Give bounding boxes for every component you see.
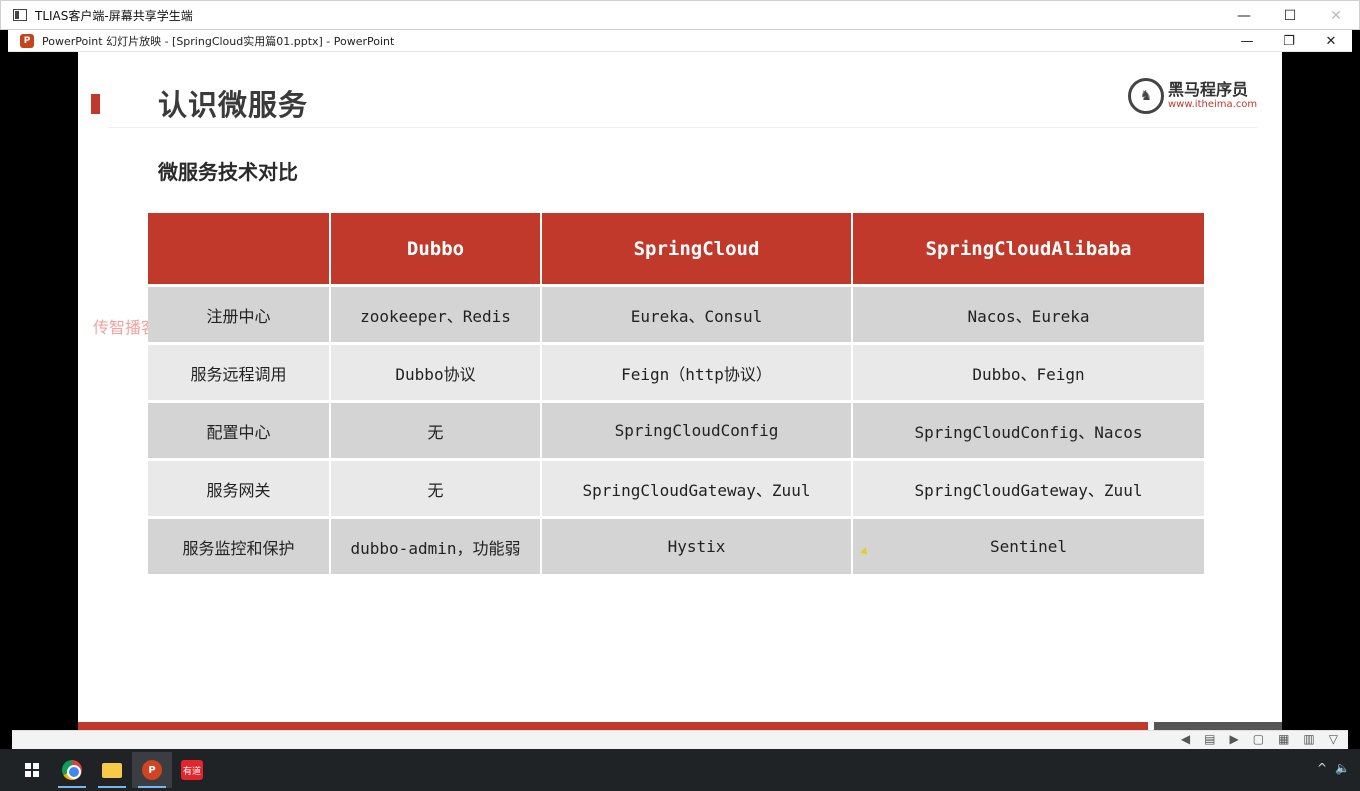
table-cell: Dubbo协议	[331, 342, 542, 400]
table-row: 服务监控和保护 dubbo-admin，功能弱 Hystix Sentinel	[148, 516, 1204, 574]
slide-subheading: 微服务技术对比	[158, 160, 298, 184]
slideshow-view-icon[interactable]: ▽	[1329, 732, 1338, 746]
table-cell: Sentinel	[853, 516, 1204, 574]
slide-menu-icon[interactable]: ▤	[1204, 732, 1215, 746]
outer-maximize-button[interactable]: ☐	[1267, 1, 1313, 31]
powerpoint-taskbar-icon: P	[142, 760, 162, 780]
table-cell: 服务监控和保护	[148, 516, 331, 574]
table-row: 服务网关 无 SpringCloudGateway、Zuul SpringClo…	[148, 458, 1204, 516]
table-cell: 配置中心	[148, 400, 331, 458]
itheima-logo: ♞ 黑马程序员 www.itheima.com	[1128, 78, 1257, 114]
table-cell: 无	[331, 458, 542, 516]
sorter-view-icon[interactable]: ▦	[1278, 732, 1289, 746]
prev-slide-icon[interactable]: ◀	[1181, 732, 1190, 746]
outer-title-bar: TLIAS客户端-屏幕共享学生端 — ☐ ✕	[0, 0, 1360, 30]
slideshow-status-bar: ◀ ▤ ▶ ▢ ▦ ▥ ▽	[12, 730, 1348, 749]
table-cell: SpringCloudGateway、Zuul	[853, 458, 1204, 516]
taskbar-powerpoint[interactable]: P	[132, 752, 172, 788]
table-cell: 无	[331, 400, 542, 458]
table-cell: 注册中心	[148, 284, 331, 342]
ppt-minimize-button[interactable]: —	[1226, 30, 1268, 52]
heading-marker	[91, 94, 100, 114]
table-header-row: Dubbo SpringCloud SpringCloudAlibaba	[148, 213, 1204, 284]
taskbar-youdao[interactable]: 有道	[172, 752, 212, 788]
outer-window-title: TLIAS客户端-屏幕共享学生端	[35, 8, 193, 23]
logo-name: 黑马程序员	[1168, 80, 1249, 99]
table-cell: SpringCloudConfig	[542, 400, 853, 458]
folder-icon	[102, 762, 122, 778]
table-header-cell: SpringCloudAlibaba	[853, 213, 1204, 284]
table-row: 注册中心 zookeeper、Redis Eureka、Consul Nacos…	[148, 284, 1204, 342]
windows-icon	[25, 763, 39, 777]
table-cell: zookeeper、Redis	[331, 284, 542, 342]
reading-view-icon[interactable]: ▥	[1303, 732, 1314, 746]
start-button[interactable]	[12, 752, 52, 788]
table-header-cell	[148, 213, 331, 284]
table-cell: 服务网关	[148, 458, 331, 516]
app-window-icon	[13, 9, 27, 21]
system-tray: ^ 🔈	[1317, 761, 1350, 775]
table-cell: Dubbo、Feign	[853, 342, 1204, 400]
table-cell: Eureka、Consul	[542, 284, 853, 342]
slide: 认识微服务 ♞ 黑马程序员 www.itheima.com 微服务技术对比 传智…	[78, 52, 1282, 730]
chrome-icon	[62, 760, 82, 780]
table-cell: SpringCloudConfig、Nacos	[853, 400, 1204, 458]
ppt-close-button[interactable]: ✕	[1310, 30, 1352, 52]
table-header-cell: SpringCloud	[542, 213, 853, 284]
slide-heading: 认识微服务	[158, 88, 309, 122]
table-cell: SpringCloudGateway、Zuul	[542, 458, 853, 516]
ppt-restore-button[interactable]: ❐	[1268, 30, 1310, 52]
table-cell: 服务远程调用	[148, 342, 331, 400]
outer-close-button[interactable]: ✕	[1313, 1, 1359, 31]
table-row: 配置中心 无 SpringCloudConfig SpringCloudConf…	[148, 400, 1204, 458]
powerpoint-window-title: PowerPoint 幻灯片放映 - [SpringCloud实用篇01.ppt…	[42, 34, 395, 48]
volume-icon[interactable]: 🔈	[1335, 761, 1350, 775]
table-cell: Feign（http协议）	[542, 342, 853, 400]
table-cell: Nacos、Eureka	[853, 284, 1204, 342]
heading-divider	[108, 127, 1258, 128]
next-slide-icon[interactable]: ▶	[1230, 732, 1239, 746]
table-cell: dubbo-admin，功能弱	[331, 516, 542, 574]
table-header-cell: Dubbo	[331, 213, 542, 284]
powerpoint-title-bar: P PowerPoint 幻灯片放映 - [SpringCloud实用篇01.p…	[8, 30, 1352, 52]
logo-url: www.itheima.com	[1168, 99, 1258, 110]
comparison-table: Dubbo SpringCloud SpringCloudAlibaba 注册中…	[148, 213, 1204, 574]
table-cell: Hystix	[542, 516, 853, 574]
powerpoint-icon: P	[20, 33, 34, 48]
normal-view-icon[interactable]: ▢	[1253, 732, 1264, 746]
horse-logo-icon: ♞	[1128, 78, 1164, 114]
taskbar-file-explorer[interactable]	[92, 752, 132, 788]
table-row: 服务远程调用 Dubbo协议 Feign（http协议） Dubbo、Feign	[148, 342, 1204, 400]
outer-minimize-button[interactable]: —	[1221, 1, 1267, 31]
taskbar-chrome[interactable]	[52, 752, 92, 788]
slide-footer-bar-dark	[1154, 722, 1282, 730]
youdao-icon: 有道	[181, 760, 203, 780]
slide-footer-bar	[78, 722, 1148, 730]
tray-expand-icon[interactable]: ^	[1317, 761, 1327, 775]
taskbar: P 有道 ^ 🔈	[0, 749, 1360, 791]
